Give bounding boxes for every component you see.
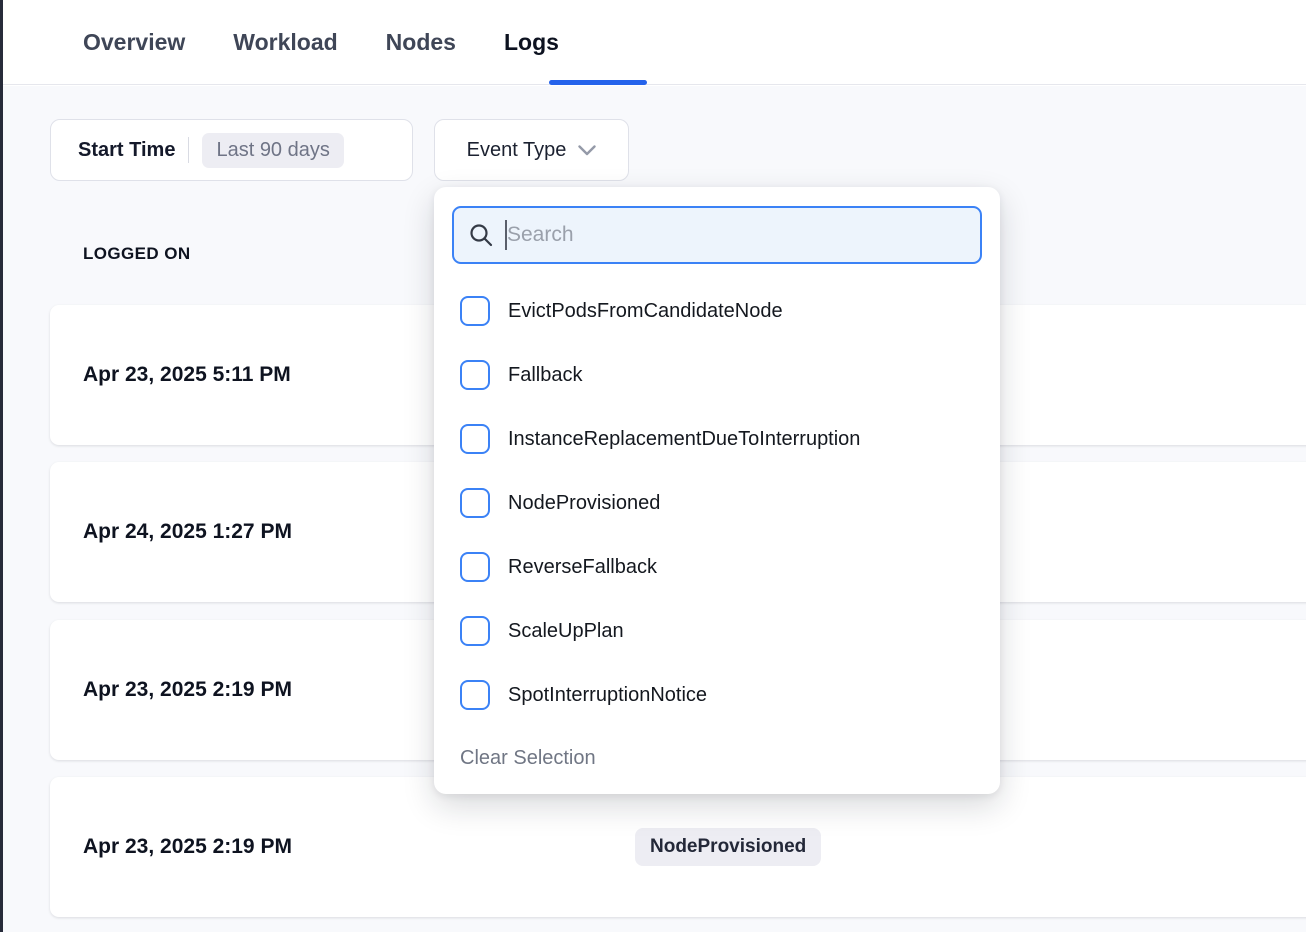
- checkbox[interactable]: [460, 424, 490, 454]
- left-edge-border: [0, 0, 3, 932]
- option-fallback[interactable]: Fallback: [434, 343, 1000, 407]
- start-time-value-pill: Last 90 days: [202, 133, 343, 168]
- column-header-logged-on: LOGGED ON: [83, 244, 191, 264]
- checkbox[interactable]: [460, 296, 490, 326]
- option-label: Fallback: [508, 364, 582, 387]
- option-label: ScaleUpPlan: [508, 620, 624, 643]
- event-type-dropdown: EvictPodsFromCandidateNode Fallback Inst…: [434, 187, 1000, 794]
- log-row[interactable]: Apr 23, 2025 2:19 PM NodeProvisioned: [50, 777, 1306, 917]
- option-label: InstanceReplacementDueToInterruption: [508, 428, 860, 451]
- event-type-filter-button[interactable]: Event Type: [434, 119, 629, 181]
- logged-on-value: Apr 23, 2025 2:19 PM: [83, 678, 292, 702]
- option-spot-interruption-notice[interactable]: SpotInterruptionNotice: [434, 663, 1000, 727]
- start-time-label: Start Time: [78, 139, 175, 162]
- search-input[interactable]: [507, 223, 966, 247]
- option-reverse-fallback[interactable]: ReverseFallback: [434, 535, 1000, 599]
- tab-overview[interactable]: Overview: [83, 29, 185, 56]
- checkbox[interactable]: [460, 488, 490, 518]
- option-label: EvictPodsFromCandidateNode: [508, 300, 783, 323]
- tab-list: Overview Workload Nodes Logs: [83, 0, 559, 84]
- checkbox[interactable]: [460, 616, 490, 646]
- checkbox[interactable]: [460, 552, 490, 582]
- checkbox[interactable]: [460, 680, 490, 710]
- active-tab-indicator: [549, 80, 647, 85]
- option-instance-replacement-due-to-interruption[interactable]: InstanceReplacementDueToInterruption: [434, 407, 1000, 471]
- event-type-option-list: EvictPodsFromCandidateNode Fallback Inst…: [434, 279, 1000, 727]
- chevron-down-icon: [578, 145, 596, 156]
- option-evict-pods-from-candidate-node[interactable]: EvictPodsFromCandidateNode: [434, 279, 1000, 343]
- option-label: NodeProvisioned: [508, 492, 660, 515]
- option-scale-up-plan[interactable]: ScaleUpPlan: [434, 599, 1000, 663]
- clear-selection-button[interactable]: Clear Selection: [460, 747, 596, 770]
- search-box[interactable]: [452, 206, 982, 264]
- search-icon: [468, 222, 494, 248]
- logged-on-value: Apr 23, 2025 5:11 PM: [83, 363, 291, 387]
- option-label: ReverseFallback: [508, 556, 657, 579]
- checkbox[interactable]: [460, 360, 490, 390]
- option-node-provisioned[interactable]: NodeProvisioned: [434, 471, 1000, 535]
- event-type-label: Event Type: [467, 139, 567, 162]
- tab-nodes[interactable]: Nodes: [386, 29, 456, 56]
- tab-workload[interactable]: Workload: [233, 29, 337, 56]
- logged-on-value: Apr 23, 2025 2:19 PM: [83, 835, 292, 859]
- option-label: SpotInterruptionNotice: [508, 684, 707, 707]
- logged-on-value: Apr 24, 2025 1:27 PM: [83, 520, 292, 544]
- logs-page: Overview Workload Nodes Logs Start Time …: [0, 0, 1306, 932]
- event-type-badge: NodeProvisioned: [635, 828, 821, 866]
- tab-bar: Overview Workload Nodes Logs: [3, 0, 1306, 85]
- tab-logs[interactable]: Logs: [504, 29, 559, 56]
- logs-content: Start Time Last 90 days Event Type LOGGE…: [3, 86, 1306, 932]
- start-time-filter-button[interactable]: Start Time Last 90 days: [50, 119, 413, 181]
- filter-divider: [188, 137, 189, 163]
